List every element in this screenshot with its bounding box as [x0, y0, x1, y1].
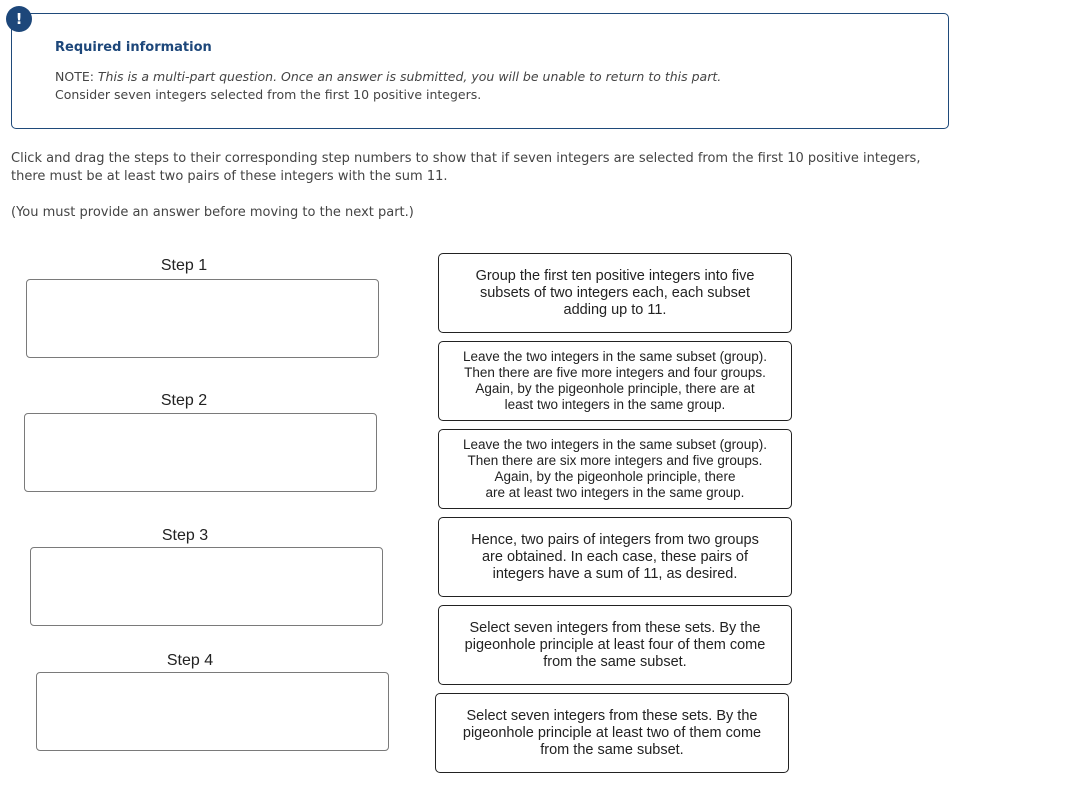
draggable-step-card[interactable]: Hence, two pairs of integers from two gr…: [438, 517, 792, 597]
card-line: from the same subset.: [540, 741, 684, 758]
step-1-label: Step 1: [160, 257, 208, 274]
required-information-box: Required information NOTE: This is a mul…: [11, 13, 949, 129]
note-italic: This is a multi-part question. Once an a…: [97, 69, 722, 84]
exclamation-icon: !: [6, 6, 32, 32]
step-3-label: Step 3: [161, 527, 209, 544]
draggable-step-card[interactable]: Leave the two integers in the same subse…: [438, 341, 792, 421]
note-line: NOTE: This is a multi-part question. Onc…: [55, 68, 721, 86]
draggable-step-card[interactable]: Leave the two integers in the same subse…: [438, 429, 792, 509]
card-text: Select seven integers from these sets. B…: [463, 708, 761, 759]
card-text: Hence, two pairs of integers from two gr…: [471, 532, 759, 583]
instructions-text: Click and drag the steps to their corres…: [11, 151, 921, 184]
info-note: NOTE: This is a multi-part question. Onc…: [55, 68, 721, 104]
note-prefix: NOTE:: [55, 69, 98, 84]
card-line: Group the first ten positive integers in…: [475, 267, 755, 284]
step-2-drop-zone[interactable]: [24, 413, 377, 492]
context-line: Consider seven integers selected from th…: [55, 87, 482, 102]
card-line: Select seven integers from these sets. B…: [469, 619, 761, 636]
card-line: Leave the two integers in the same subse…: [463, 349, 767, 364]
draggable-step-card[interactable]: Select seven integers from these sets. B…: [438, 605, 792, 685]
draggable-step-card[interactable]: Select seven integers from these sets. B…: [435, 693, 789, 773]
card-line: from the same subset.: [543, 653, 687, 670]
card-text: Leave the two integers in the same subse…: [463, 437, 767, 501]
step-3-drop-zone[interactable]: [30, 547, 383, 626]
info-title: Required information: [55, 40, 212, 55]
card-text: Group the first ten positive integers in…: [476, 268, 755, 319]
card-line: Select seven integers from these sets. B…: [466, 707, 758, 724]
card-line: Again, by the pigeonhole principle, ther…: [475, 381, 755, 396]
step-2-label: Step 2: [160, 392, 208, 409]
card-line: Again, by the pigeonhole principle, ther…: [494, 469, 736, 484]
step-1-drop-zone[interactable]: [26, 279, 379, 358]
card-line: least two integers in the same group.: [504, 397, 726, 412]
draggable-step-card[interactable]: Group the first ten positive integers in…: [438, 253, 792, 333]
card-line: Leave the two integers in the same subse…: [463, 437, 767, 452]
card-line: Then there are six more integers and fiv…: [467, 453, 763, 468]
must-answer-text: (You must provide an answer before movin…: [11, 205, 414, 220]
card-text: Leave the two integers in the same subse…: [463, 349, 767, 413]
card-line: integers have a sum of 11, as desired.: [492, 565, 738, 582]
card-line: are at least two integers in the same gr…: [485, 485, 745, 500]
card-line: pigeonhole principle at least two of the…: [462, 724, 762, 741]
step-4-drop-zone[interactable]: [36, 672, 389, 751]
card-line: pigeonhole principle at least four of th…: [464, 636, 766, 653]
card-line: are obtained. In each case, these pairs …: [481, 548, 748, 565]
card-line: Hence, two pairs of integers from two gr…: [471, 531, 759, 548]
card-line: Then there are five more integers and fo…: [464, 365, 766, 380]
step-4-label: Step 4: [166, 652, 214, 669]
card-text: Select seven integers from these sets. B…: [465, 620, 766, 671]
card-line: subsets of two integers each, each subse…: [479, 284, 751, 301]
card-line: adding up to 11.: [563, 301, 667, 318]
